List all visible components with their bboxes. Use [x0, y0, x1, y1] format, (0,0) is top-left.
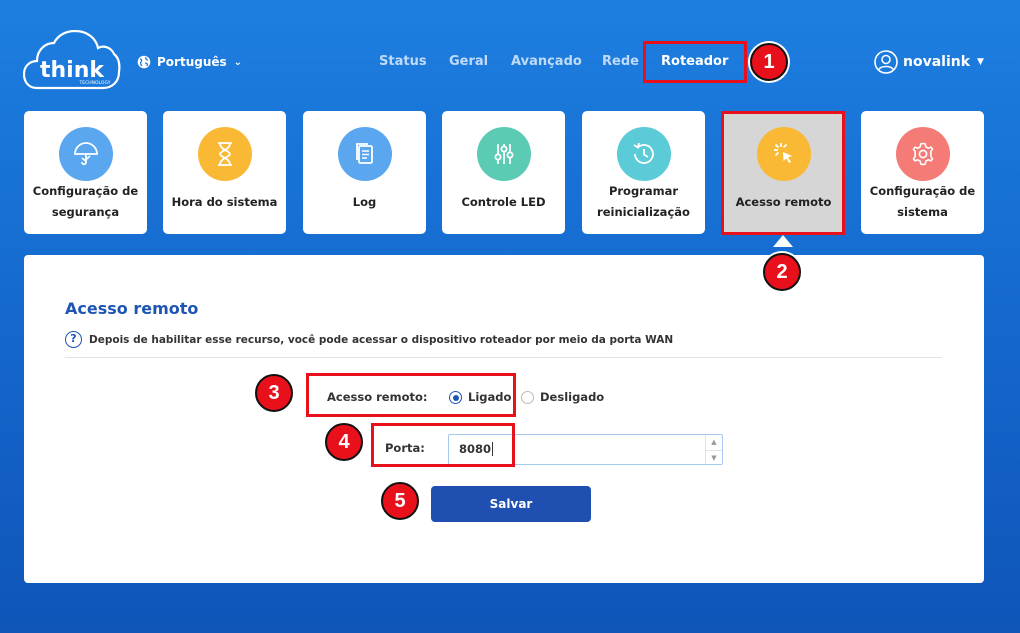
nav-geral[interactable]: Geral	[449, 42, 488, 82]
sliders-icon	[477, 127, 531, 181]
document-icon	[338, 127, 392, 181]
caret-down-icon: ▼	[977, 57, 984, 67]
annotation-box-3	[306, 373, 516, 417]
tile-configuracao-seguranca[interactable]: Configuração de segurança	[24, 111, 147, 234]
username-label: novalink	[903, 54, 971, 70]
tile-label: Log	[352, 194, 377, 209]
tile-hora-sistema[interactable]: Hora do sistema	[163, 111, 286, 234]
save-button[interactable]: Salvar	[431, 486, 591, 522]
annotation-badge-1: 1	[750, 43, 788, 81]
nav-rede[interactable]: Rede	[602, 42, 639, 82]
question-icon: ?	[65, 331, 82, 348]
annotation-badge-2: 2	[763, 253, 801, 291]
radio-desligado[interactable]	[521, 391, 534, 404]
user-menu[interactable]: novalink ▼	[874, 50, 984, 74]
nav-status[interactable]: Status	[379, 42, 427, 82]
radio-desligado-label[interactable]: Desligado	[540, 390, 604, 404]
remote-access-panel: Acesso remoto ? Depois de habilitar esse…	[24, 255, 984, 583]
umbrella-icon	[59, 127, 113, 181]
clock-restart-icon	[617, 127, 671, 181]
tile-label: Hora do sistema	[171, 194, 278, 209]
annotation-badge-5: 5	[381, 482, 419, 520]
port-stepper[interactable]: ▲ ▼	[705, 435, 722, 464]
gear-icon	[896, 127, 950, 181]
active-tile-pointer	[773, 235, 793, 247]
tile-configuracao-sistema[interactable]: Configuração de sistema	[861, 111, 984, 234]
panel-title: Acesso remoto	[65, 299, 199, 318]
main-nav: Status Geral Avançado Rede Roteador	[0, 42, 1020, 82]
annotation-badge-3: 3	[255, 374, 293, 412]
tile-label: Controle LED	[461, 194, 546, 209]
hourglass-icon	[198, 127, 252, 181]
tile-label: Configuração de sistema	[869, 184, 976, 219]
tile-label: Configuração de segurança	[32, 184, 139, 219]
annotation-box-2	[721, 111, 845, 235]
divider	[65, 357, 942, 358]
stepper-down-icon[interactable]: ▼	[706, 449, 722, 465]
tile-controle-led[interactable]: Controle LED	[442, 111, 565, 234]
annotation-box-1	[643, 41, 747, 83]
annotation-badge-4: 4	[325, 423, 363, 461]
nav-avancado[interactable]: Avançado	[511, 42, 582, 82]
tile-log[interactable]: Log	[303, 111, 426, 234]
hint-text: Depois de habilitar esse recurso, você p…	[89, 333, 674, 346]
tile-programar-reinicializacao[interactable]: Programar reinicialização	[582, 111, 705, 234]
panel-hint: ? Depois de habilitar esse recurso, você…	[65, 331, 673, 348]
annotation-box-4	[371, 423, 515, 467]
user-avatar-icon	[874, 50, 898, 74]
tile-label: Programar reinicialização	[597, 184, 690, 219]
stepper-up-icon[interactable]: ▲	[706, 435, 722, 450]
